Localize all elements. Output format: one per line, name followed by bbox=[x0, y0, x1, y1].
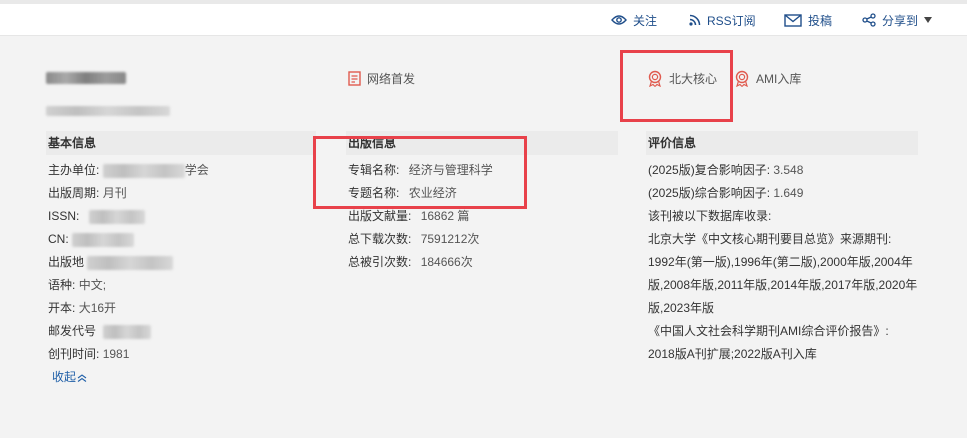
issn-row: ISSN: bbox=[48, 208, 145, 224]
citations-value: 184666次 bbox=[420, 255, 473, 269]
articles-value: 16862 篇 bbox=[420, 209, 470, 223]
ami-report-line: 《中国人文社会科学期刊AMI综合评价报告》: bbox=[648, 324, 889, 338]
award-badge-icon bbox=[735, 70, 749, 87]
ami-label: AMI入库 bbox=[756, 72, 802, 86]
postal-label: 邮发代号 bbox=[48, 324, 97, 338]
founded-row: 创刊时间: 1981 bbox=[48, 346, 129, 362]
ami-years-line: 2018版A刊扩展;2022版A刊入库 bbox=[648, 347, 817, 361]
online-first-tag: 网络首发 bbox=[348, 70, 415, 87]
issn-redacted bbox=[88, 209, 145, 224]
cn-redacted bbox=[72, 232, 135, 247]
database-intro: 该刊被以下数据库收录: bbox=[648, 209, 772, 223]
collapse-link[interactable]: 收起 bbox=[52, 369, 87, 385]
highlight-box-pku-core bbox=[620, 50, 733, 122]
postal-redacted bbox=[103, 324, 152, 339]
articles-label: 出版文献量: bbox=[348, 209, 412, 223]
place-row: 出版地 bbox=[48, 254, 174, 270]
follow-button[interactable]: 关注 bbox=[611, 12, 657, 28]
ami-tag: AMI入库 bbox=[734, 70, 801, 87]
document-icon bbox=[348, 71, 361, 86]
cn-row: CN: bbox=[48, 231, 135, 247]
sponsor-redacted bbox=[102, 163, 185, 178]
format-value: 大16开 bbox=[78, 301, 117, 315]
composite-if-label: (2025版)复合影响因子: bbox=[648, 163, 771, 177]
comprehensive-if-label: (2025版)综合影响因子: bbox=[648, 186, 771, 200]
pku-years-line-2: 版,2008年版,2011年版,2014年版,2017年版,2020年 bbox=[648, 278, 918, 292]
sponsor-label: 主办单位: bbox=[48, 163, 100, 177]
citations-label: 总被引次数: bbox=[348, 255, 412, 269]
basic-info-heading: 基本信息 bbox=[46, 131, 316, 155]
composite-if-row: (2025版)复合影响因子: 3.548 bbox=[648, 162, 803, 178]
comprehensive-if-row: (2025版)综合影响因子: 1.649 bbox=[648, 185, 803, 201]
rss-button[interactable]: RSS订阅 bbox=[689, 12, 756, 28]
pku-source-line: 北京大学《中文核心期刊要目总览》来源期刊: bbox=[648, 232, 892, 246]
sponsor-value-suffix: 学会 bbox=[184, 163, 209, 177]
place-label: 出版地 bbox=[48, 255, 85, 269]
rss-icon bbox=[689, 14, 701, 26]
place-redacted bbox=[87, 255, 174, 270]
caret-down-icon bbox=[924, 17, 933, 23]
downloads-label: 总下载次数: bbox=[348, 232, 412, 246]
period-value: 月刊 bbox=[102, 186, 127, 200]
collapse-label: 收起 bbox=[52, 370, 77, 384]
submit-label: 投稿 bbox=[808, 13, 833, 28]
language-row: 语种: 中文; bbox=[48, 277, 106, 293]
period-label: 出版周期: bbox=[48, 186, 100, 200]
language-value: 中文; bbox=[78, 278, 107, 292]
eye-icon bbox=[611, 15, 627, 25]
pku-years-line-1: 1992年(第一版),1996年(第二版),2000年版,2004年 bbox=[648, 255, 913, 269]
articles-row: 出版文献量: 16862 篇 bbox=[348, 208, 469, 224]
composite-if-value: 3.548 bbox=[773, 163, 804, 177]
journal-title-redacted bbox=[46, 70, 126, 84]
comprehensive-if-value: 1.649 bbox=[773, 186, 804, 200]
format-row: 开本: 大16开 bbox=[48, 300, 116, 316]
format-label: 开本: bbox=[48, 301, 76, 315]
journal-subtitle-redacted bbox=[46, 103, 170, 117]
submit-button[interactable]: 投稿 bbox=[784, 12, 832, 28]
toolbar: 关注 RSS订阅 投稿 分享到 bbox=[0, 4, 967, 36]
rss-label: RSS订阅 bbox=[707, 13, 756, 28]
share-icon bbox=[862, 13, 876, 27]
envelope-icon bbox=[784, 13, 802, 27]
online-first-label: 网络首发 bbox=[367, 72, 416, 86]
cn-label: CN: bbox=[48, 232, 69, 246]
share-button[interactable]: 分享到 bbox=[862, 12, 933, 28]
period-row: 出版周期: 月刊 bbox=[48, 185, 127, 201]
language-label: 语种: bbox=[48, 278, 76, 292]
double-chevron-up-icon bbox=[77, 374, 87, 382]
follow-label: 关注 bbox=[633, 13, 658, 28]
evaluation-info-heading: 评价信息 bbox=[646, 131, 918, 155]
citations-row: 总被引次数: 184666次 bbox=[348, 254, 473, 270]
founded-value: 1981 bbox=[102, 347, 130, 361]
sponsor-row: 主办单位: 学会 bbox=[48, 162, 209, 178]
founded-label: 创刊时间: bbox=[48, 347, 100, 361]
pku-years-line-3: 版,2023年版 bbox=[648, 301, 715, 315]
share-label: 分享到 bbox=[882, 13, 919, 28]
downloads-row: 总下载次数: 7591212次 bbox=[348, 231, 479, 247]
issn-label: ISSN: bbox=[48, 209, 80, 223]
highlight-box-publish bbox=[313, 136, 527, 209]
postal-row: 邮发代号 bbox=[48, 323, 152, 339]
downloads-value: 7591212次 bbox=[420, 232, 480, 246]
